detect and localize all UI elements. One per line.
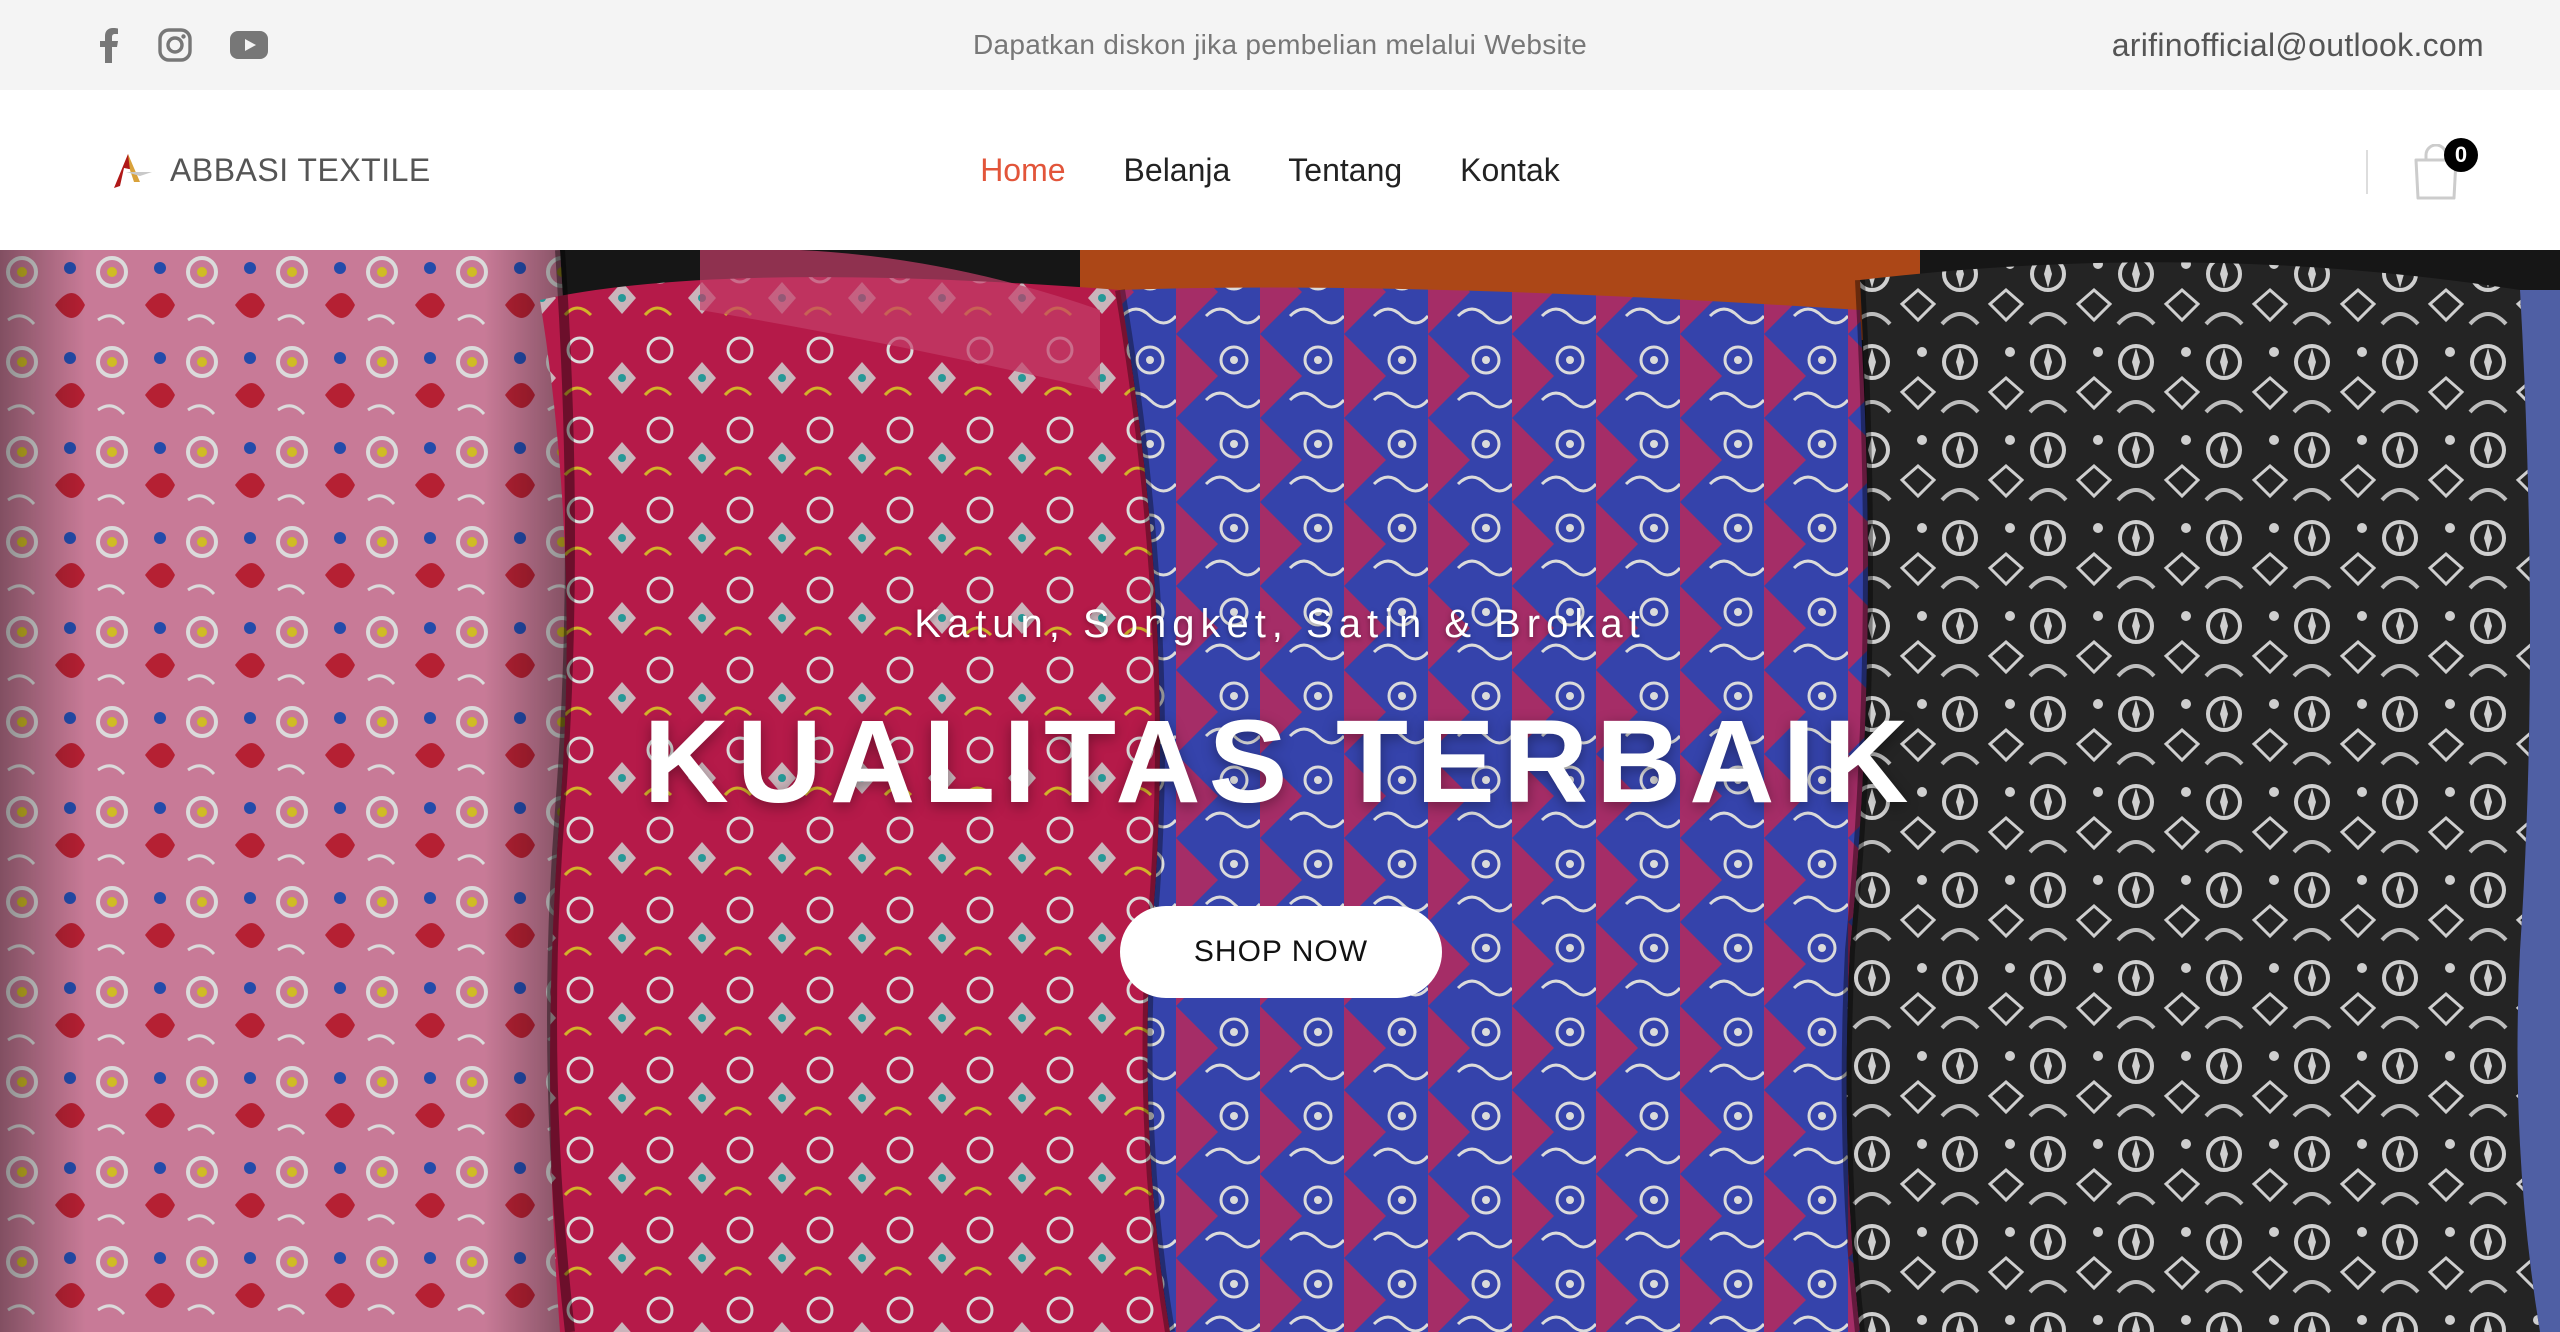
hero-title: KUALITAS TERBAIK	[643, 696, 1917, 828]
brand-name: ABBASI TEXTILE	[170, 151, 431, 188]
brand-logo-link[interactable]: ABBASI TEXTILE	[110, 142, 431, 198]
nav-item-belanja[interactable]: Belanja	[1124, 152, 1231, 189]
top-bar: Dapatkan diskon jika pembelian melalui W…	[0, 0, 2560, 90]
header-divider	[2366, 150, 2368, 194]
instagram-icon[interactable]	[152, 22, 198, 68]
brand-logo-icon	[114, 154, 152, 188]
youtube-icon[interactable]	[226, 22, 272, 68]
contact-email-link[interactable]: arifinofficial@outlook.com	[2112, 0, 2484, 90]
nav-item-home[interactable]: Home	[980, 152, 1065, 189]
hero-banner: Katun, Songket, Satin & Brokat KUALITAS …	[0, 250, 2560, 1332]
nav-item-tentang[interactable]: Tentang	[1288, 152, 1402, 189]
hero-subtitle: Katun, Songket, Satin & Brokat	[914, 602, 1646, 646]
cart-button[interactable]: 0	[2408, 138, 2478, 206]
facebook-icon[interactable]	[86, 22, 132, 68]
nav-item-kontak[interactable]: Kontak	[1460, 152, 1560, 189]
cart-count-badge: 0	[2444, 138, 2478, 172]
shop-now-button[interactable]: SHOP NOW	[1120, 906, 1442, 998]
promo-text: Dapatkan diskon jika pembelian melalui W…	[972, 29, 1588, 60]
hero-content: Katun, Songket, Satin & Brokat KUALITAS …	[0, 250, 2560, 1332]
site-header: ABBASI TEXTILE Home Belanja Tentang Kont…	[0, 90, 2560, 250]
